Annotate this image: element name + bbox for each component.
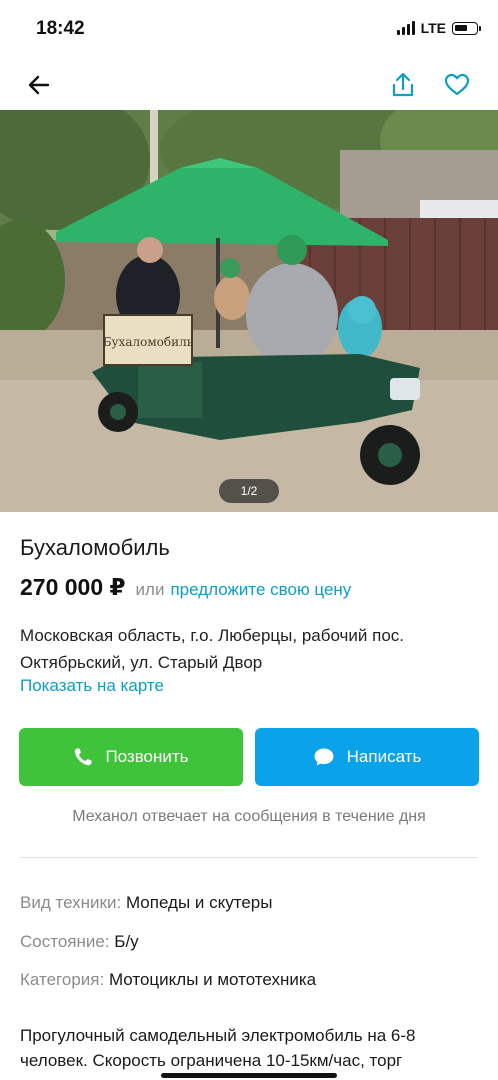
spec-row: Категория: Мотоциклы и мототехника xyxy=(20,970,316,990)
back-button[interactable] xyxy=(22,68,56,102)
photo-counter: 1/2 xyxy=(219,479,279,503)
call-button[interactable]: Позвонить xyxy=(19,728,243,786)
listing-title: Бухаломобиль xyxy=(20,535,170,560)
back-arrow-icon xyxy=(28,75,50,95)
spec-value: Мопеды и скутеры xyxy=(125,893,273,912)
spec-key: Категория: xyxy=(20,970,105,989)
spec-row: Вид техники: Мопеды и скутеры xyxy=(20,893,272,913)
spec-key: Состояние: xyxy=(20,932,110,951)
listing-photo-image: Бухаломобиль xyxy=(0,110,498,512)
listing-photo[interactable]: Бухаломобиль 1/2 xyxy=(0,110,498,512)
signal-icon xyxy=(396,21,415,35)
seller-response-note: Механол отвечает на сообщения в течение … xyxy=(72,808,426,825)
spec-value: Мотоциклы и мототехника xyxy=(108,970,317,989)
phone-icon xyxy=(75,748,92,766)
spec-value: Б/у xyxy=(114,932,139,951)
message-button-label: Написать xyxy=(346,747,422,766)
listing-price: 270 000 ₽ xyxy=(20,574,126,600)
price-line: 270 000 ₽ или предложите свою цену xyxy=(20,574,351,601)
description-line: человек. Скорость ограничена 10-15км/час… xyxy=(20,1051,403,1070)
battery-icon xyxy=(452,21,481,35)
show-on-map-link[interactable]: Показать на карте xyxy=(20,676,164,696)
address-line: Октябрьский, ул. Старый Двор xyxy=(20,653,263,672)
listing-address: Московская область, г.о. Люберцы, рабочи… xyxy=(20,622,480,676)
make-offer-link[interactable]: предложите свою цену xyxy=(170,580,351,600)
status-indicators: LTE xyxy=(396,20,481,36)
call-button-label: Позвонить xyxy=(105,747,189,766)
status-bar: 18:42 LTE xyxy=(0,0,498,58)
spec-key: Вид техники: xyxy=(20,893,122,912)
share-icon xyxy=(392,72,414,97)
status-time: 18:42 xyxy=(36,18,85,39)
chat-bubble-icon xyxy=(314,748,334,766)
section-divider xyxy=(20,857,478,858)
share-button[interactable] xyxy=(386,68,420,102)
favorite-button[interactable] xyxy=(440,68,474,102)
home-indicator[interactable] xyxy=(161,1073,337,1078)
price-or-text: или xyxy=(135,580,165,599)
address-line: Московская область, г.о. Люберцы, рабочи… xyxy=(20,626,405,645)
photo-sign-text: Бухаломобиль xyxy=(103,335,194,349)
listing-description: Прогулочный самодельный электромобиль на… xyxy=(20,1023,490,1073)
spec-row: Состояние: Б/у xyxy=(20,932,139,952)
network-type: LTE xyxy=(420,20,446,36)
message-button[interactable]: Написать xyxy=(255,728,479,786)
description-line: Прогулочный самодельный электромобиль на… xyxy=(20,1026,416,1045)
nav-bar xyxy=(0,60,498,110)
heart-icon xyxy=(444,73,470,96)
